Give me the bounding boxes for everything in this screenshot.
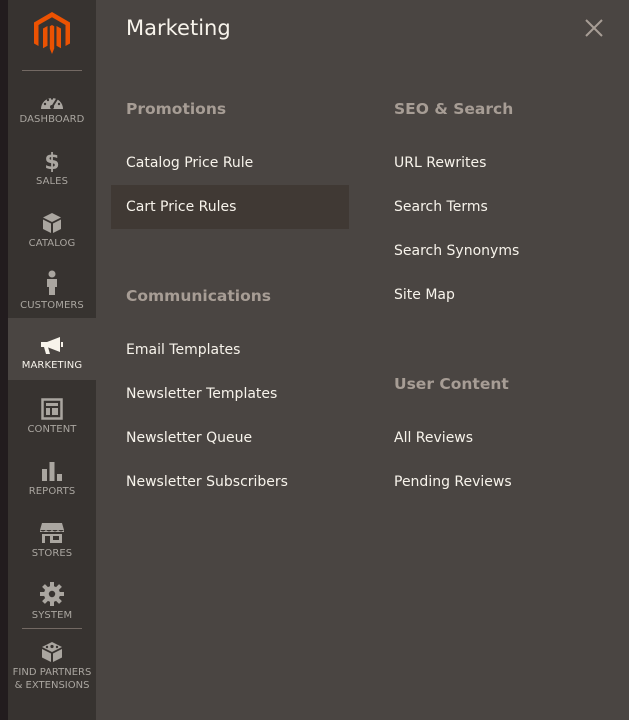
menu-link-all-reviews[interactable]: All Reviews xyxy=(379,416,609,460)
nav-item-reports[interactable]: REPORTS xyxy=(8,444,96,506)
menu-link-pending-reviews[interactable]: Pending Reviews xyxy=(379,460,609,504)
dashboard-icon xyxy=(8,72,96,110)
group-title-communications: Communications xyxy=(126,287,271,305)
nav-item-system[interactable]: SYSTEM xyxy=(8,568,96,630)
layout-icon xyxy=(8,382,96,420)
nav-label-reports: REPORTS xyxy=(28,486,76,497)
nav-divider xyxy=(22,628,82,629)
nav-label-catalog: CATALOG xyxy=(28,238,76,249)
page-title: Marketing xyxy=(126,16,231,40)
menu-link-search-synonyms[interactable]: Search Synonyms xyxy=(379,229,609,273)
nav-label-content: CONTENT xyxy=(27,424,77,435)
nav-item-customers[interactable]: CUSTOMERS xyxy=(8,258,96,320)
admin-sidebar: DASHBOARD $ SALES CATALOG CUSTOMERS MARK… xyxy=(8,0,96,720)
dollar-icon: $ xyxy=(8,134,96,172)
svg-text:$: $ xyxy=(44,150,59,172)
group-title-seo-search: SEO & Search xyxy=(394,100,514,118)
left-edge-strip xyxy=(0,0,8,720)
menu-link-search-terms[interactable]: Search Terms xyxy=(379,185,609,229)
find-partners-line2: & EXTENSIONS xyxy=(14,680,90,691)
menu-link-newsletter-subscribers[interactable]: Newsletter Subscribers xyxy=(111,460,349,504)
nav-item-catalog[interactable]: CATALOG xyxy=(8,196,96,258)
close-icon xyxy=(585,19,603,37)
menu-link-catalog-price-rule[interactable]: Catalog Price Rule xyxy=(111,141,349,185)
nav-item-content[interactable]: CONTENT xyxy=(8,382,96,444)
magento-logo-icon[interactable] xyxy=(34,12,70,54)
nav-label-dashboard: DASHBOARD xyxy=(19,114,85,125)
megaphone-icon xyxy=(8,318,96,356)
group-title-promotions: Promotions xyxy=(126,100,227,118)
blocks-icon xyxy=(8,640,96,664)
group-title-user-content: User Content xyxy=(394,375,509,393)
menu-link-newsletter-queue[interactable]: Newsletter Queue xyxy=(111,416,349,460)
nav-label-system: SYSTEM xyxy=(31,610,73,621)
logo-divider xyxy=(22,70,82,71)
nav-item-stores[interactable]: STORES xyxy=(8,506,96,568)
bar-chart-icon xyxy=(8,444,96,482)
nav-label-marketing: MARKETING xyxy=(21,360,83,371)
nav-label-find-partners: FIND PARTNERS & EXTENSIONS xyxy=(8,666,96,692)
close-button[interactable] xyxy=(582,16,606,40)
nav-label-stores: STORES xyxy=(31,548,73,559)
cube-icon xyxy=(8,196,96,234)
person-icon xyxy=(8,258,96,296)
menu-link-cart-price-rules[interactable]: Cart Price Rules xyxy=(111,185,349,229)
nav-label-sales: SALES xyxy=(35,176,69,187)
gear-icon xyxy=(8,568,96,606)
nav-item-marketing[interactable]: MARKETING xyxy=(8,318,96,380)
nav-item-sales[interactable]: $ SALES xyxy=(8,134,96,196)
storefront-icon xyxy=(8,506,96,544)
menu-link-email-templates[interactable]: Email Templates xyxy=(111,328,349,372)
nav-item-dashboard[interactable]: DASHBOARD xyxy=(8,72,96,134)
nav-label-customers: CUSTOMERS xyxy=(20,300,84,311)
find-partners-line1: FIND PARTNERS xyxy=(12,667,92,678)
menu-link-site-map[interactable]: Site Map xyxy=(379,273,609,317)
menu-link-url-rewrites[interactable]: URL Rewrites xyxy=(379,141,609,185)
menu-link-newsletter-templates[interactable]: Newsletter Templates xyxy=(111,372,349,416)
